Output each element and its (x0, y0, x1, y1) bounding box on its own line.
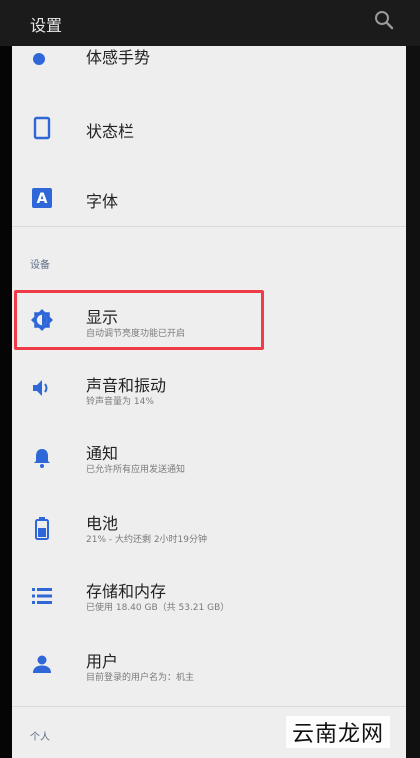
app-header: 设置 (0, 0, 420, 46)
section-header-personal: 个人 (30, 732, 50, 743)
settings-item-storage[interactable]: 存储和内存 已使用 18.40 GB（共 53.21 GB） (12, 572, 406, 628)
settings-item-summary: 已允许所有应用发送通知 (86, 465, 186, 475)
storage-icon (32, 588, 52, 604)
settings-item-summary: 目前登录的用户名为：机主 (86, 673, 195, 683)
settings-item-label: 用户 (86, 652, 119, 671)
settings-item-label: 存储和内存 (86, 582, 167, 601)
gesture-icon (33, 53, 45, 65)
settings-item-sound[interactable]: 声音和振动 铃声音量为 14% (12, 364, 406, 420)
section-divider (12, 226, 406, 227)
page-title: 设置 (30, 16, 63, 35)
settings-list: 体感手势 状态栏 A 字体 设备 显示 自动调节亮度功能已开启 声音和振动 铃声… (12, 46, 406, 758)
settings-item-summary: 铃声音量为 14% (86, 397, 154, 407)
settings-item-font[interactable]: A 字体 (12, 174, 406, 218)
bell-icon (34, 449, 50, 468)
settings-item-label: 通知 (86, 444, 119, 463)
settings-item-battery[interactable]: 电池 21% - 大约还剩 2小时19分钟 (12, 504, 406, 560)
user-icon (33, 655, 51, 673)
settings-item-label: 电池 (86, 514, 119, 533)
settings-item-status-bar[interactable]: 状态栏 (12, 106, 406, 150)
font-icon: A (32, 188, 52, 208)
svg-text:A: A (37, 191, 48, 207)
watermark: 云南龙网 (286, 716, 391, 748)
volume-icon (33, 380, 48, 396)
device-bezel-left (0, 0, 12, 758)
status-bar-icon (33, 116, 51, 140)
settings-item-users[interactable]: 用户 目前登录的用户名为：机主 (12, 640, 406, 696)
battery-icon (35, 517, 49, 540)
highlight-box (14, 290, 264, 350)
device-bezel-right (406, 0, 420, 758)
settings-item-summary: 21% - 大约还剩 2小时19分钟 (86, 535, 208, 545)
settings-item-label: 字体 (86, 192, 119, 211)
settings-item-summary: 已使用 18.40 GB（共 53.21 GB） (86, 603, 230, 613)
settings-item-notifications[interactable]: 通知 已允许所有应用发送通知 (12, 434, 406, 490)
settings-item-label: 体感手势 (86, 48, 151, 67)
section-divider (12, 706, 406, 707)
section-header-device: 设备 (30, 260, 50, 271)
settings-item-label: 声音和振动 (86, 376, 167, 395)
search-icon[interactable] (374, 10, 394, 30)
settings-item-label: 状态栏 (86, 122, 135, 141)
settings-item-gestures[interactable]: 体感手势 (12, 46, 406, 74)
